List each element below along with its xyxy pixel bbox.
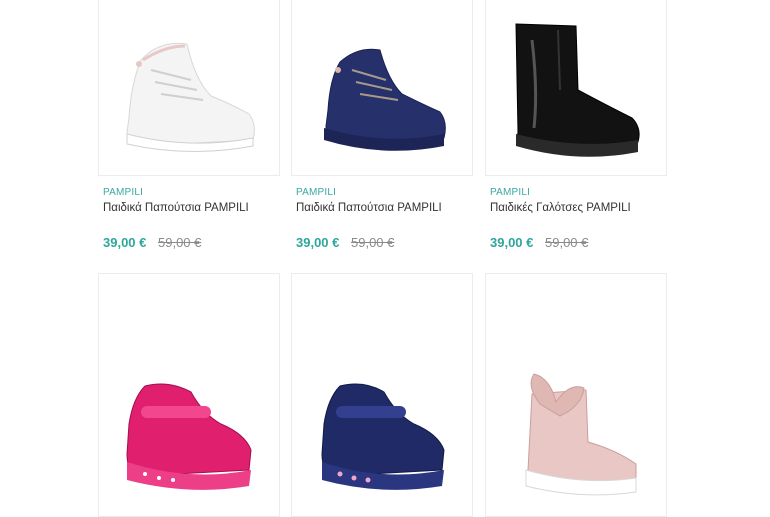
sale-price: 39,00 €: [296, 235, 340, 250]
pink-bow-boot-image: [525, 373, 637, 496]
product-image[interactable]: [291, 273, 473, 517]
product-brand[interactable]: PAMPILI: [490, 187, 530, 198]
price-row: 39,00 € 59,00 €: [490, 235, 588, 250]
pink-patent-sneaker-image: [126, 383, 252, 490]
original-price: 59,00 €: [158, 235, 202, 250]
product-brand[interactable]: PAMPILI: [103, 187, 143, 198]
product-image[interactable]: [291, 0, 473, 176]
original-price: 59,00 €: [545, 235, 589, 250]
product-title[interactable]: Παιδικές Γαλότσες PAMPILI: [490, 202, 631, 214]
original-price: 59,00 €: [351, 235, 395, 250]
price-row: 39,00 € 59,00 €: [296, 235, 394, 250]
sale-price: 39,00 €: [490, 235, 534, 250]
navy-sneaker-image: [324, 48, 446, 151]
price-row: 39,00 € 59,00 €: [103, 235, 201, 250]
product-image[interactable]: [485, 273, 667, 517]
black-patent-boot-image: [515, 23, 640, 157]
sale-price: 39,00 €: [103, 235, 147, 250]
white-sneaker-image: [126, 42, 255, 152]
product-image[interactable]: [98, 273, 280, 517]
product-title[interactable]: Παιδικά Παπούτσια PAMPILI: [296, 202, 442, 214]
navy-patent-sneaker-image: [321, 383, 445, 490]
product-brand[interactable]: PAMPILI: [296, 187, 336, 198]
product-title[interactable]: Παιδικά Παπούτσια PAMPILI: [103, 202, 249, 214]
product-image[interactable]: [98, 0, 280, 176]
product-image[interactable]: [485, 0, 667, 176]
